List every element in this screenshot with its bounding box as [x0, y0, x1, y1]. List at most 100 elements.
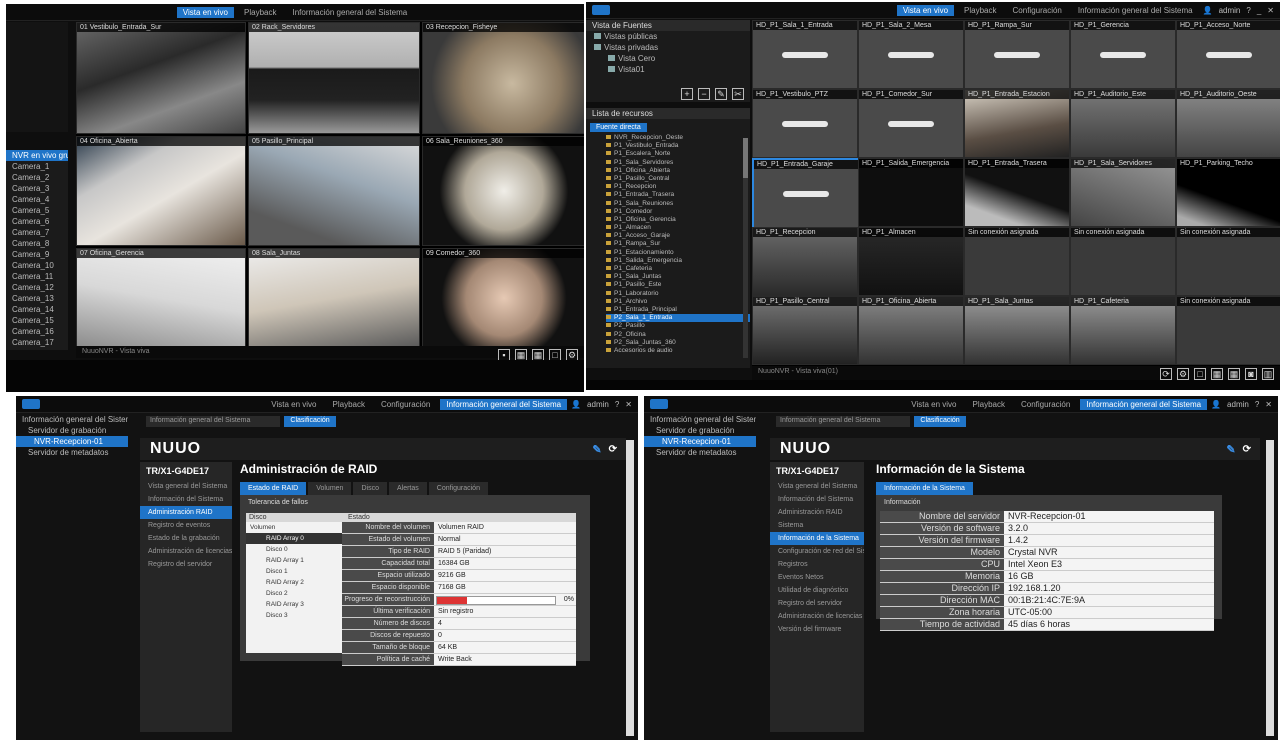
sequence-icon[interactable]: ⟳	[1160, 368, 1172, 380]
camera-tile[interactable]: HD_P1_Comedor_Sur	[858, 89, 964, 158]
admin-menu-item[interactable]: Configuración de red del Sistema	[770, 545, 864, 558]
device-item[interactable]: P1_Salida_Emergencia	[606, 257, 750, 265]
camera-tree-item[interactable]: Camera_7	[6, 227, 68, 238]
tab-playback[interactable]: Playback	[958, 5, 1002, 16]
admin-menu-item[interactable]: Versión del firmware	[770, 623, 864, 636]
camera-tile[interactable]: 02 Rack_Servidores	[248, 22, 420, 134]
admin-menu-item[interactable]: Registro del servidor	[140, 558, 232, 571]
tree-item[interactable]: Servidor de grabación	[16, 425, 128, 436]
raid-subtab[interactable]: Alertas	[388, 482, 427, 495]
admin-menu-item[interactable]: Registro de eventos	[140, 519, 232, 532]
tab-live-view[interactable]: Vista en vivo	[896, 4, 955, 16]
camera-tree-item[interactable]: Camera_1	[6, 161, 68, 172]
device-item[interactable]: P2_Oficina	[606, 331, 750, 339]
device-item[interactable]: P1_Comedor	[606, 208, 750, 216]
device-item[interactable]: P1_Pasillo_Este	[606, 281, 750, 289]
device-item[interactable]: P1_Laboratorio	[606, 290, 750, 298]
tools-icon[interactable]: ✂	[732, 88, 744, 100]
left-admin-scrollbar[interactable]	[626, 440, 634, 736]
raid-subtab[interactable]: Configuración	[428, 482, 488, 495]
camera-tree-item[interactable]: Camera_15	[6, 315, 68, 326]
camera-tile[interactable]: HD_P1_Rampa_Sur	[964, 20, 1070, 89]
devices-scrollbar[interactable]	[743, 138, 748, 358]
camera-tile[interactable]: HD_P1_Sala_Juntas	[964, 296, 1070, 365]
device-item[interactable]: P1_Sala_Servidores	[606, 159, 750, 167]
disk-item[interactable]: Volumen	[246, 522, 342, 533]
camera-tile[interactable]: HD_P1_Acceso_Norte	[1176, 20, 1280, 89]
raid-subtab[interactable]: Disco	[353, 482, 387, 495]
device-item[interactable]: P1_Oficina_Abierta	[606, 167, 750, 175]
device-item[interactable]: P1_Escalera_Norte	[606, 150, 750, 158]
camera-tree-item[interactable]: NVR en vivo grupo	[6, 150, 68, 161]
remove-icon[interactable]: −	[698, 88, 710, 100]
camera-tree-item[interactable]: Camera_12	[6, 282, 68, 293]
camera-tile[interactable]: Sin conexión asignada	[1176, 227, 1280, 296]
layout-9-icon[interactable]: ▦	[1228, 368, 1240, 380]
camera-tile[interactable]: HD_P1_Recepcion	[752, 227, 858, 296]
camera-tile[interactable]: HD_P1_Auditorio_Este	[1070, 89, 1176, 158]
device-item[interactable]: P1_Recepcion	[606, 183, 750, 191]
user-menu[interactable]: 👤 admin ? ✕	[571, 400, 632, 409]
tab-system-overview[interactable]: Información general del Sistema	[440, 398, 568, 410]
close-icon[interactable]: ✕	[1267, 6, 1274, 15]
camera-tree-item[interactable]: Camera_17	[6, 337, 68, 348]
device-item[interactable]: P1_Sala_Juntas	[606, 273, 750, 281]
admin-menu-item[interactable]: Administración RAID	[770, 506, 864, 519]
disk-item[interactable]: RAID Array 1	[246, 555, 342, 566]
device-item[interactable]: P1_Estacionamiento	[606, 249, 750, 257]
camera-tile[interactable]: HD_P1_Entrada_Trasera	[964, 158, 1070, 227]
device-item[interactable]: P1_Cafeteria	[606, 265, 750, 273]
user-menu[interactable]: 👤 admin ? _ ✕	[1203, 6, 1274, 15]
camera-tile[interactable]: 01 Vestibulo_Entrada_Sur	[76, 22, 246, 134]
camera-tile[interactable]: HD_P1_Parking_Techo	[1176, 158, 1280, 227]
tree-item[interactable]: Servidor de metadatos	[16, 447, 128, 458]
camera-tree-item[interactable]: Camera_9	[6, 249, 68, 260]
admin-menu-item[interactable]: Administración de licencias	[140, 545, 232, 558]
tab-system-overview[interactable]: Información general del Sistema	[286, 7, 413, 18]
device-item[interactable]: P2_Sala_Juntas_360	[606, 339, 750, 347]
admin-menu-item[interactable]: Eventos Netos	[770, 571, 864, 584]
camera-tree-item[interactable]: Camera_11	[6, 271, 68, 282]
camera-tree-item[interactable]: Camera_6	[6, 216, 68, 227]
admin-menu-item[interactable]: Información de la Sistema	[770, 532, 864, 545]
device-item[interactable]: P1_Entrada_Principal	[606, 306, 750, 314]
refresh-icon[interactable]: ⟳	[1243, 444, 1252, 455]
edit-icon[interactable]: ✎	[715, 88, 727, 100]
camera-tile[interactable]: 07 Oficina_Gerencia	[76, 248, 246, 348]
device-item[interactable]: P2_Sala_1_Entrada	[606, 314, 750, 323]
close-icon[interactable]: ✕	[1265, 400, 1272, 409]
device-item[interactable]: P1_Pasillo_Central	[606, 175, 750, 183]
tab-live-view[interactable]: Vista en vivo	[905, 399, 962, 410]
admin-menu-item[interactable]: Sistema	[770, 519, 864, 532]
camera-tile[interactable]: HD_P1_Almacen	[858, 227, 964, 296]
help-icon[interactable]: ?	[615, 400, 619, 409]
view-item[interactable]: Vistas públicas	[586, 31, 750, 42]
tree-item[interactable]: Información general del Sistema	[16, 414, 128, 425]
camera-tile[interactable]: 03 Recepcion_Fisheye	[422, 22, 584, 134]
disk-item[interactable]: Disco 3	[246, 610, 342, 621]
camera-tile[interactable]: HD_P1_Oficina_Abierta	[858, 296, 964, 365]
tab-playback[interactable]: Playback	[967, 399, 1011, 410]
admin-menu-item[interactable]: Información del Sistema	[770, 493, 864, 506]
snapshot-icon[interactable]: ◙	[1245, 368, 1257, 380]
layout-4-icon[interactable]: ▦	[1211, 368, 1223, 380]
device-item[interactable]: NVR_Recepcion_Oeste	[606, 134, 750, 142]
edit-icon[interactable]: ✎	[1226, 443, 1236, 456]
camera-tile[interactable]: HD_P1_Entrada_Garaje	[752, 158, 860, 229]
raid-subtab[interactable]: Volumen	[308, 482, 352, 495]
tab-configuration[interactable]: Configuración	[1007, 5, 1068, 16]
camera-tile[interactable]: HD_P1_Entrada_Estacion	[964, 89, 1070, 158]
camera-tile[interactable]: HD_P1_Salida_Emergencia	[858, 158, 964, 227]
camera-tile[interactable]: 08 Sala_Juntas	[248, 248, 420, 348]
camera-tree-item[interactable]: Camera_10	[6, 260, 68, 271]
minimize-icon[interactable]: _	[1257, 6, 1261, 15]
trash-icon[interactable]: ▥	[1262, 368, 1274, 380]
camera-tile[interactable]: HD_P1_Sala_Servidores	[1070, 158, 1176, 227]
camera-tree-item[interactable]: Camera_8	[6, 238, 68, 249]
raid-subtab[interactable]: Estado de RAID	[240, 482, 307, 495]
user-menu[interactable]: 👤 admin ? ✕	[1211, 400, 1272, 409]
tab-live-view[interactable]: Vista en vivo	[176, 6, 234, 18]
camera-tree-item[interactable]: Camera_14	[6, 304, 68, 315]
help-icon[interactable]: ?	[1255, 400, 1259, 409]
admin-menu-item[interactable]: Registros	[770, 558, 864, 571]
